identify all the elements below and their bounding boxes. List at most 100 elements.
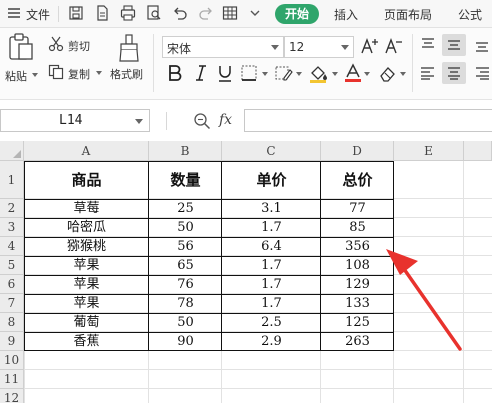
align-bottom-icon[interactable] [474,38,490,52]
select-all-corner[interactable] [0,141,24,161]
column-header-d[interactable]: D [321,141,394,161]
cell-c4[interactable]: 6.4 [222,237,321,256]
cell-c6[interactable]: 1.7 [222,275,321,294]
file-menu[interactable]: 文件 [26,6,50,23]
cell-b5[interactable]: 65 [149,256,222,275]
cell-b6[interactable]: 76 [149,275,222,294]
cell-a6[interactable]: 苹果 [24,275,149,294]
cell-c8[interactable]: 2.5 [222,313,321,332]
row-header-11[interactable]: 11 [0,370,24,389]
redo-icon[interactable] [198,5,214,21]
paste-button[interactable]: 粘贴 [5,68,27,84]
font-color-dropdown-icon[interactable] [364,72,370,76]
cell-c5[interactable]: 1.7 [222,256,321,275]
cell-a3[interactable]: 哈密瓜 [24,218,149,237]
cell-b2[interactable]: 25 [149,199,222,218]
copy-icon[interactable] [48,64,64,80]
align-left-icon[interactable] [420,66,436,80]
row-header-4[interactable]: 4 [0,237,24,256]
cell-c2[interactable]: 3.1 [222,199,321,218]
column-header-e[interactable]: E [394,141,464,161]
italic-icon[interactable] [192,64,210,82]
font-color-icon[interactable] [344,63,362,83]
cut-button[interactable]: 剪切 [68,38,90,54]
zoom-search-icon[interactable] [193,112,211,130]
hamburger-menu-icon[interactable] [6,5,22,21]
print-icon[interactable] [120,5,136,21]
cell-b4[interactable]: 56 [149,237,222,256]
format-painter-button[interactable]: 格式刷 [110,66,143,82]
row-header-3[interactable]: 3 [0,218,24,237]
copy-dropdown-icon[interactable] [96,71,102,75]
align-right-icon[interactable] [474,66,490,80]
tab-insert[interactable]: 插入 [334,6,358,23]
increase-font-size-icon[interactable] [360,37,380,55]
fill-color-icon[interactable] [308,63,330,83]
tab-formulas[interactable]: 公式 [458,6,482,23]
cell-c9[interactable]: 2.9 [222,332,321,351]
fx-function-icon[interactable]: fx [219,112,232,128]
copy-button[interactable]: 复制 [68,66,90,82]
paste-icon[interactable] [8,33,34,61]
underline-icon[interactable] [216,64,234,82]
cell-a8[interactable]: 葡萄 [24,313,149,332]
border-icon[interactable] [240,64,260,82]
row-header-8[interactable]: 8 [0,313,24,332]
cell-d2[interactable]: 77 [321,199,394,218]
align-top-icon[interactable] [420,38,436,52]
paste-dropdown-icon[interactable] [32,73,38,77]
fill-color-dropdown-icon[interactable] [332,72,338,76]
clear-format-dropdown-icon[interactable] [400,72,406,76]
column-header-a[interactable]: A [24,141,149,161]
more-dropdown-icon[interactable] [247,5,263,21]
clear-format-icon[interactable] [378,64,398,82]
font-name-select[interactable]: 宋体 [162,36,284,58]
cell-a2[interactable]: 草莓 [24,199,149,218]
cell-c3[interactable]: 1.7 [222,218,321,237]
cell-style-dropdown-icon[interactable] [296,72,302,76]
cell-a9[interactable]: 香蕉 [24,332,149,351]
cell-b1[interactable]: 数量 [149,161,222,199]
border-dropdown-icon[interactable] [262,72,268,76]
cell-d3[interactable]: 85 [321,218,394,237]
row-header-1[interactable]: 1 [0,161,24,199]
row-header-9[interactable]: 9 [0,332,24,351]
font-size-select[interactable]: 12 [284,36,354,58]
format-painter-icon[interactable] [118,34,140,62]
scissors-icon[interactable] [48,36,64,52]
decrease-font-size-icon[interactable] [384,37,404,55]
cell-a7[interactable]: 苹果 [24,294,149,313]
print-preview-icon[interactable] [146,5,162,21]
tab-page-layout[interactable]: 页面布局 [384,6,432,23]
row-header-12[interactable]: 12 [0,389,24,403]
undo-icon[interactable] [172,5,188,21]
menu-bar: 文件 开始 插入 页面布局 公式 [0,0,492,28]
cell-c1[interactable]: 单价 [222,161,321,199]
row-header-5[interactable]: 5 [0,256,24,275]
cell-a4[interactable]: 猕猴桃 [24,237,149,256]
cell-b3[interactable]: 50 [149,218,222,237]
export-pdf-icon[interactable] [94,5,110,21]
column-header-c[interactable]: C [222,141,321,161]
cell-b9[interactable]: 90 [149,332,222,351]
spreadsheet-grid[interactable]: ABCDE 1 2 3 4 5 6 7 8 9 10 11 12 商品 数量 单价 总价 草莓 25 3.1 77 哈… [0,141,492,403]
bold-icon[interactable] [166,64,184,82]
cell-b7[interactable]: 78 [149,294,222,313]
save-icon[interactable] [68,5,84,21]
cell-a1[interactable]: 商品 [24,161,149,199]
row-header-7[interactable]: 7 [0,294,24,313]
cell-style-icon[interactable] [274,64,294,82]
column-header-f[interactable] [464,141,492,161]
row-header-2[interactable]: 2 [0,199,24,218]
cell-d1[interactable]: 总价 [321,161,394,199]
cell-b8[interactable]: 50 [149,313,222,332]
row-header-6[interactable]: 6 [0,275,24,294]
name-box[interactable]: L14 [0,109,150,132]
tab-home[interactable]: 开始 [275,4,319,24]
formula-input[interactable] [244,109,492,132]
cell-a5[interactable]: 苹果 [24,256,149,275]
row-header-10[interactable]: 10 [0,351,24,370]
column-header-b[interactable]: B [149,141,222,161]
table-style-icon[interactable] [222,5,238,21]
cell-c7[interactable]: 1.7 [222,294,321,313]
